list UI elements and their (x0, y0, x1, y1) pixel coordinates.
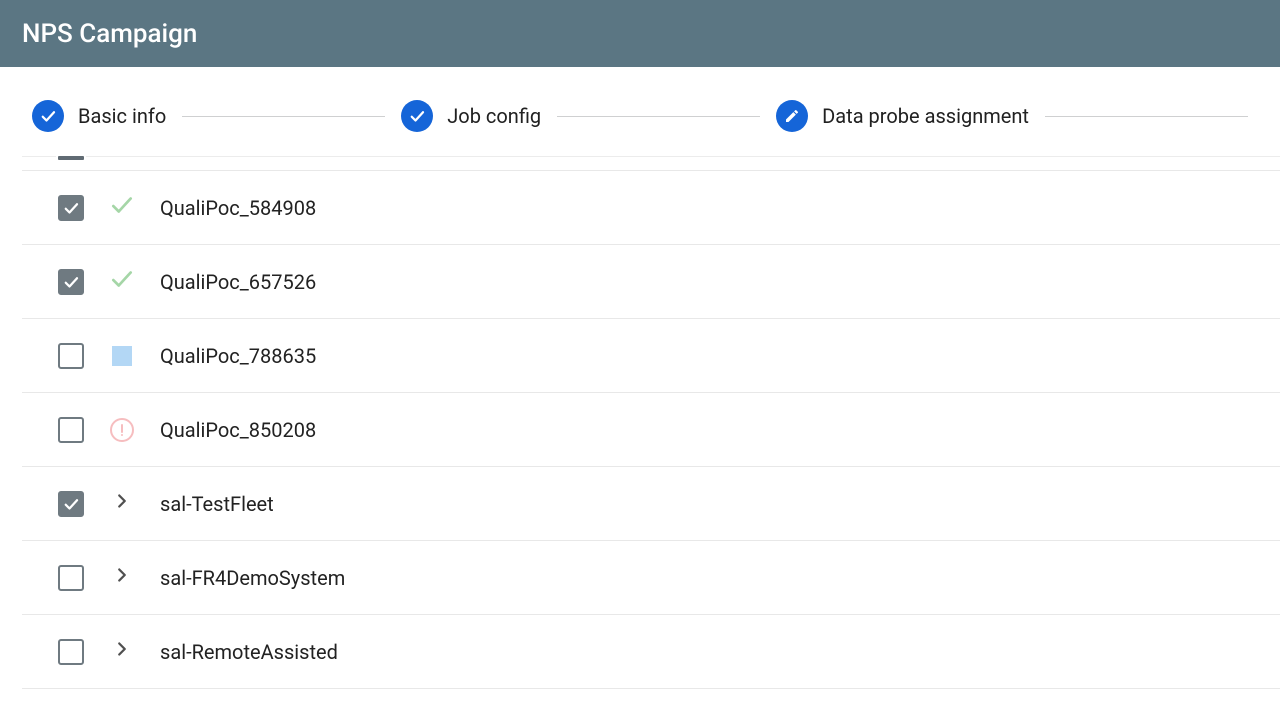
status-alert-icon (110, 418, 134, 442)
checkbox[interactable] (58, 639, 84, 665)
step-divider (1045, 116, 1248, 117)
probe-name: sal-TestFleet (160, 492, 274, 516)
list-item[interactable]: QualiPoc_657526 (22, 245, 1280, 319)
checkbox[interactable] (58, 491, 84, 517)
list-item-partial (22, 157, 1280, 171)
probe-name: sal-RemoteAssisted (160, 640, 338, 664)
chevron-right-icon[interactable] (111, 490, 133, 517)
list-item[interactable]: sal-FR4DemoSystem (22, 541, 1280, 615)
probe-list: QualiPoc_584908 QualiPoc_657526 QualiPoc… (22, 156, 1280, 689)
page-title: NPS Campaign (22, 19, 197, 49)
list-item[interactable]: sal-TestFleet (22, 467, 1280, 541)
step-label: Basic info (78, 104, 166, 128)
checkbox[interactable] (58, 565, 84, 591)
check-icon (401, 100, 433, 132)
chevron-right-icon[interactable] (111, 564, 133, 591)
probe-name: QualiPoc_788635 (160, 344, 316, 368)
checkbox[interactable] (58, 417, 84, 443)
checkbox[interactable] (58, 269, 84, 295)
step-basic-info[interactable]: Basic info (32, 100, 166, 132)
probe-name: QualiPoc_657526 (160, 270, 316, 294)
step-data-probe-assignment[interactable]: Data probe assignment (776, 100, 1029, 132)
list-item[interactable]: sal-RemoteAssisted (22, 615, 1280, 689)
list-item[interactable]: QualiPoc_788635 (22, 319, 1280, 393)
probe-name: QualiPoc_584908 (160, 196, 316, 220)
step-divider (557, 116, 760, 117)
step-label: Job config (447, 104, 541, 128)
check-icon (32, 100, 64, 132)
probe-name: QualiPoc_850208 (160, 418, 316, 442)
status-ok-icon (109, 192, 135, 223)
list-item[interactable]: QualiPoc_584908 (22, 171, 1280, 245)
stepper: Basic info Job config Data probe assignm… (0, 70, 1280, 156)
checkbox[interactable] (58, 343, 84, 369)
probe-name: sal-FR4DemoSystem (160, 566, 345, 590)
step-job-config[interactable]: Job config (401, 100, 541, 132)
chevron-right-icon[interactable] (111, 638, 133, 665)
status-idle-icon (112, 346, 132, 366)
list-item[interactable]: QualiPoc_850208 (22, 393, 1280, 467)
step-divider (182, 116, 385, 117)
edit-icon (776, 100, 808, 132)
step-label: Data probe assignment (822, 104, 1029, 128)
status-ok-icon (109, 266, 135, 297)
page-header: NPS Campaign (0, 0, 1280, 70)
checkbox[interactable] (58, 195, 84, 221)
